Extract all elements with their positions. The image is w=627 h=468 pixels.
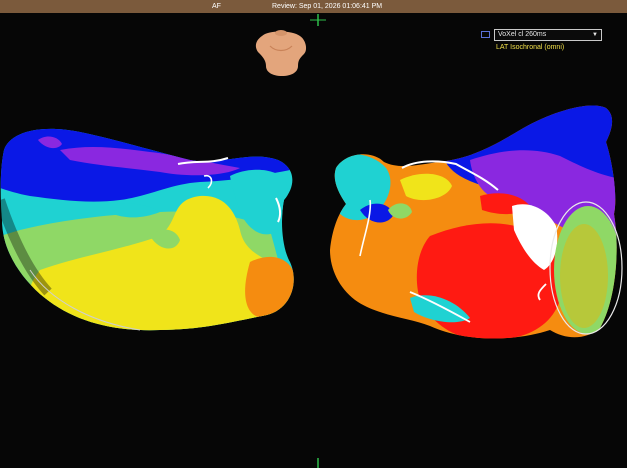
3d-map-viewport[interactable]: VoXel cl 260ms ▼ LAT Isochronal (omni)	[0, 13, 627, 468]
map-canvas[interactable]	[0, 13, 627, 468]
map-type-label: LAT Isochronal (omni)	[496, 44, 565, 51]
study-label: AF	[212, 3, 221, 10]
review-timestamp: Review: Sep 01, 2026 01:06:41 PM	[272, 3, 383, 10]
app-window: AF Review: Sep 01, 2026 01:06:41 PM VoXe…	[0, 0, 627, 468]
map-select-dropdown[interactable]: VoXel cl 260ms ▼	[494, 29, 602, 41]
left-atrium-map-left-view[interactable]	[0, 120, 300, 340]
torso-orientation-icon[interactable]	[255, 30, 307, 76]
map-list-icon[interactable]	[481, 31, 490, 38]
map-select-value: VoXel cl 260ms	[498, 31, 547, 38]
title-bar: AF Review: Sep 01, 2026 01:06:41 PM	[0, 0, 627, 13]
left-atrium-map-right-view[interactable]	[320, 96, 627, 356]
chevron-down-icon: ▼	[592, 32, 598, 38]
